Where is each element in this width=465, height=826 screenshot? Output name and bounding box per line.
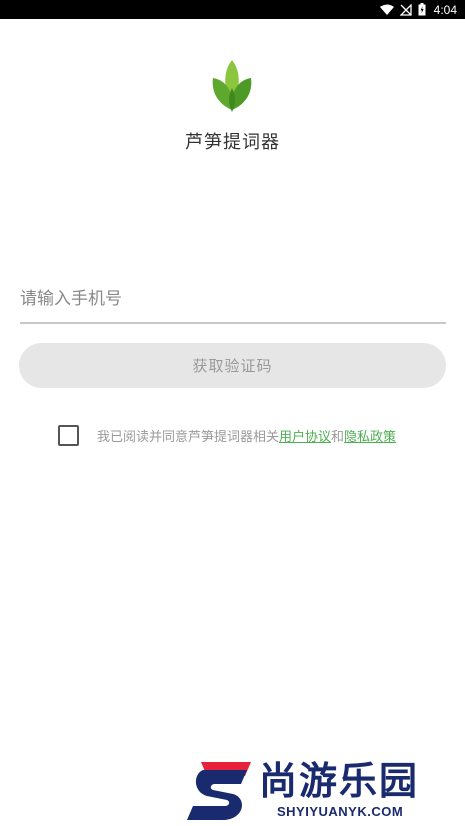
wifi-icon xyxy=(379,4,394,15)
status-icons: 4:04 xyxy=(379,0,457,19)
no-signal-icon xyxy=(399,3,412,16)
agreement-text: 我已阅读并同意芦笋提词器相关用户协议和隐私政策 xyxy=(97,426,396,445)
watermark-cn-text: 尚游乐园 xyxy=(259,759,420,803)
privacy-policy-link[interactable]: 隐私政策 xyxy=(344,430,396,445)
agreement-row: 我已阅读并同意芦笋提词器相关用户协议和隐私政策 xyxy=(58,424,396,446)
agreement-conjunction: 和 xyxy=(331,429,345,445)
leaf-logo-icon xyxy=(212,60,252,112)
watermark-logo-icon xyxy=(187,762,251,820)
watermark-en-text: SHYIYUANYK.COM xyxy=(277,804,404,819)
get-code-button[interactable]: 获取验证码 xyxy=(19,343,446,388)
app-title: 芦笋提词器 xyxy=(185,132,280,153)
agreement-checkbox[interactable] xyxy=(58,424,79,446)
agreement-prefix: 我已阅读并同意芦笋提词器相关 xyxy=(97,429,280,445)
status-time: 4:04 xyxy=(433,2,457,17)
watermark: 尚游乐园 SHYIYUANYK.COM xyxy=(185,760,465,826)
status-bar: 4:04 xyxy=(0,0,465,19)
user-agreement-link[interactable]: 用户协议 xyxy=(279,430,331,445)
battery-icon xyxy=(418,3,426,16)
phone-input[interactable] xyxy=(20,276,446,324)
